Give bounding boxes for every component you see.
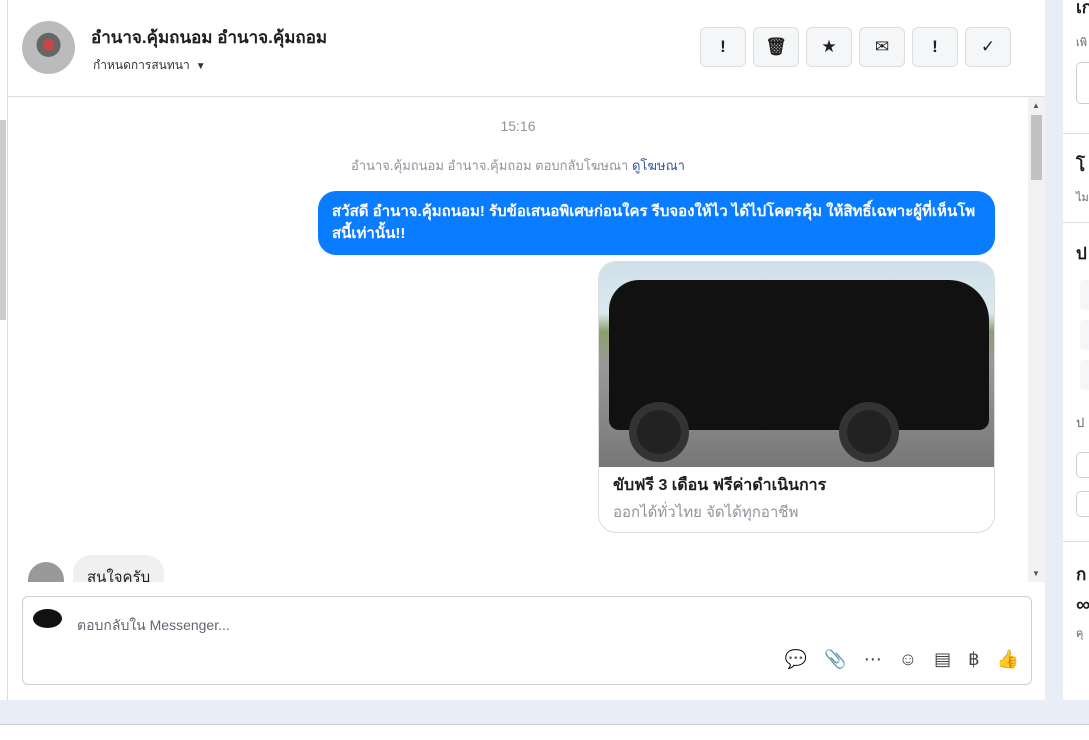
card-subtitle: ออกได้ทั่วไทย จัดได้ทุกอาชีพ — [613, 504, 799, 521]
input-field[interactable] — [1076, 491, 1089, 517]
conversation-panel: อำนาจ.คุ้มถนอม อำนาจ.คุ้มถอม กำหนดการสนท… — [8, 0, 1045, 700]
alert-circle-icon: ! — [720, 37, 726, 56]
left-panel-edge — [0, 0, 8, 700]
mark-unread-button[interactable]: ✉ — [859, 27, 905, 67]
saved-reply-icon[interactable]: 💬 — [785, 649, 807, 670]
emoji-icon[interactable]: ☺ — [899, 649, 917, 670]
ad-card[interactable]: ขับฟรี 3 เดือน ฟรีค่าดำเนินการ ออกได้ทั่… — [598, 261, 995, 533]
section-text: ไม — [1076, 192, 1089, 204]
section-text: เพิ — [1076, 37, 1088, 49]
assign-conversation-dropdown[interactable]: กำหนดการสนทนา ▼ — [93, 56, 206, 75]
reply-composer[interactable]: ตอบกลับใน Messenger... 💬 📎 ⋯ ☺ ▤ ฿ 👍 — [22, 596, 1032, 685]
contact-name: อำนาจ.คุ้มถนอม อำนาจ.คุ้มถอม — [91, 28, 328, 47]
section-heading: เก — [1076, 0, 1089, 17]
follow-up-button[interactable]: ! — [912, 27, 958, 67]
thread-scrollbar[interactable]: ▲ ▼ — [1028, 97, 1045, 582]
ad-reply-note: อำนาจ.คุ้มถนอม อำนาจ.คุ้มถอม ตอบกลับโฆษณ… — [8, 155, 1028, 176]
chat-dots-icon[interactable]: ⋯ — [864, 649, 882, 670]
caret-down-icon: ▼ — [195, 61, 206, 72]
message-thread: 15:16 อำนาจ.คุ้มถนอม อำนาจ.คุ้มถอม ตอบกล… — [8, 97, 1045, 582]
outgoing-message: สวัสดี อำนาจ.คุ้มถนอม! รับข้อเสนอพิเศษก่… — [318, 191, 995, 255]
contact-avatar[interactable] — [22, 21, 75, 74]
mark-done-button[interactable]: ✓ — [965, 27, 1011, 67]
reply-input[interactable]: ตอบกลับใน Messenger... — [77, 615, 230, 637]
left-scrollbar[interactable] — [0, 120, 6, 320]
star-icon: ★ — [821, 37, 837, 56]
assign-label: กำหนดการสนทนา — [93, 58, 190, 72]
baht-icon[interactable]: ฿ — [968, 649, 979, 670]
placeholder-item — [1080, 280, 1089, 310]
check-icon: ✓ — [980, 37, 996, 56]
placeholder-item — [1080, 360, 1089, 390]
input-field[interactable] — [1076, 452, 1089, 478]
spam-button[interactable]: ! — [700, 27, 746, 67]
thumbs-up-icon[interactable]: 👍 — [997, 649, 1019, 670]
star-button[interactable]: ★ — [806, 27, 852, 67]
section-text: คุ — [1076, 628, 1084, 640]
document-icon[interactable]: ▤ — [934, 649, 951, 670]
bottom-bar — [0, 724, 1089, 740]
attachment-icon[interactable]: 📎 — [824, 649, 846, 670]
timestamp: 15:16 — [500, 118, 536, 134]
delete-button[interactable]: 🗑 — [753, 27, 799, 67]
infinity-icon: ∞ — [1076, 594, 1089, 616]
section-heading: ก — [1076, 565, 1087, 584]
incoming-message: สนใจครับ — [73, 555, 165, 582]
details-panel: เก เพิ โ ไม ป ป ก ∞ คุ — [1063, 0, 1089, 700]
trash-icon: 🗑 — [765, 37, 787, 56]
envelope-icon: ✉ — [874, 37, 890, 56]
placeholder-item — [1080, 320, 1089, 350]
exclamation-icon: ! — [932, 37, 938, 56]
customer-avatar — [28, 562, 64, 582]
input-field[interactable] — [1076, 62, 1089, 104]
page-logo — [33, 609, 62, 628]
card-title: ขับฟรี 3 เดือน ฟรีค่าดำเนินการ — [613, 477, 827, 494]
conversation-header: อำนาจ.คุ้มถนอม อำนาจ.คุ้มถอม กำหนดการสนท… — [8, 0, 1045, 97]
section-heading: ป — [1076, 244, 1087, 263]
view-ad-link[interactable]: ดูโฆษณา — [632, 158, 685, 173]
truck-image — [599, 262, 994, 467]
section-text: ป — [1076, 415, 1085, 430]
reply-note-text: อำนาจ.คุ้มถนอม อำนาจ.คุ้มถอม ตอบกลับโฆษณ… — [351, 158, 629, 173]
section-heading: โ — [1076, 156, 1086, 175]
